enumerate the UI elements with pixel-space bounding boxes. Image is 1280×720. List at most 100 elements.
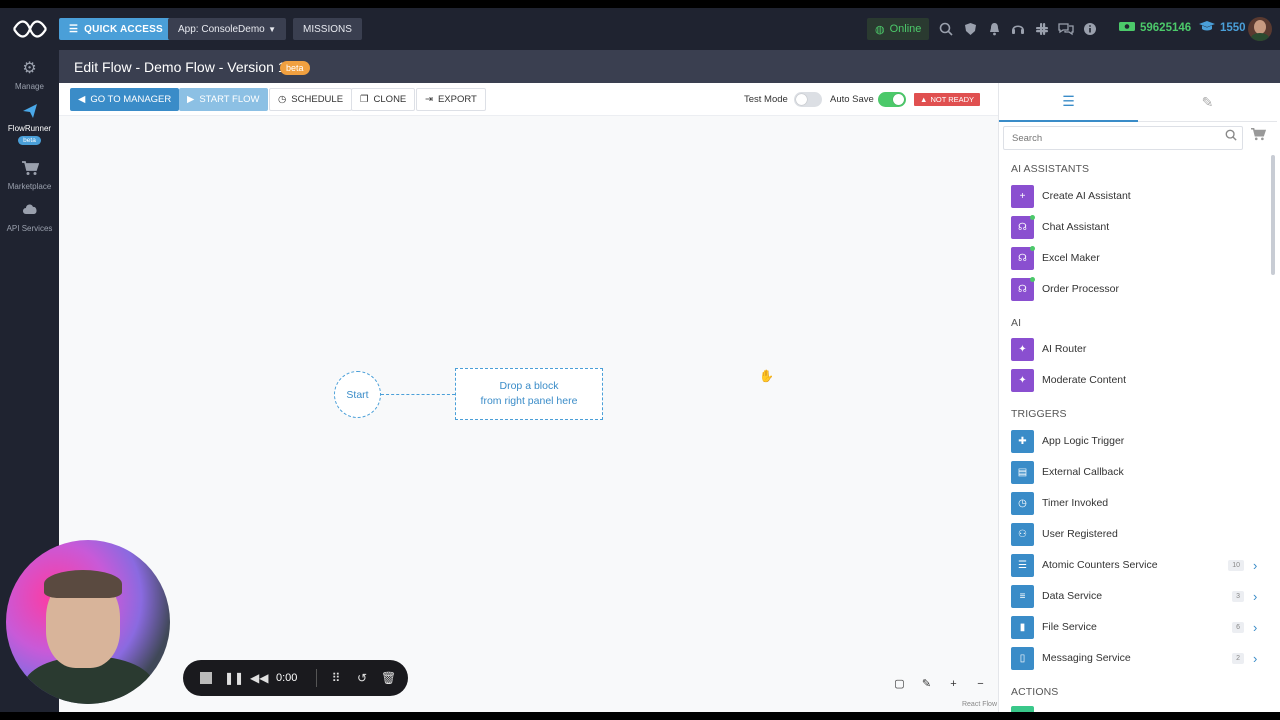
stop-icon[interactable] xyxy=(200,672,212,684)
block-external-callback[interactable]: ▤ External Callback xyxy=(1011,460,1263,484)
online-status[interactable]: ◍ Online xyxy=(867,18,930,40)
block-label: Timer Invoked xyxy=(1042,497,1109,509)
start-node[interactable]: Start xyxy=(334,371,381,418)
block-ai-router[interactable]: ✦ AI Router xyxy=(1011,337,1263,361)
trash-icon[interactable]: 🗑 xyxy=(381,671,396,685)
drop-text-line1: Drop a block xyxy=(499,380,559,392)
fit-view-icon[interactable]: ▢ xyxy=(889,673,910,694)
app-frame: ☰ QUICK ACCESS App: ConsoleDemo ▼ MISSIO… xyxy=(0,8,1280,712)
headset-icon: ☊ xyxy=(1011,276,1035,301)
zoom-out-icon[interactable]: − xyxy=(970,673,991,694)
points-value: 1550 xyxy=(1220,21,1246,34)
quick-access-label: QUICK ACCESS xyxy=(84,23,163,35)
panel-scrollbar[interactable] xyxy=(1271,155,1275,275)
info-icon[interactable] xyxy=(1082,19,1098,39)
auto-save-label: Auto Save xyxy=(830,94,874,105)
tab-blocks[interactable]: ☰ xyxy=(999,83,1138,122)
nav-item-manage[interactable]: ⚙ Manage xyxy=(0,60,59,91)
auto-save-toggle[interactable] xyxy=(878,92,906,107)
logo-icon[interactable] xyxy=(12,17,48,41)
block-moderate-content[interactable]: ✦ Moderate Content xyxy=(1011,368,1263,392)
export-icon: ⇥ xyxy=(425,94,433,105)
headset-icon[interactable] xyxy=(1010,19,1026,39)
block-messaging-service[interactable]: ▯ Messaging Service 2 › xyxy=(1011,646,1263,670)
go-to-manager-button[interactable]: ◀ GO TO MANAGER xyxy=(70,88,180,111)
block-timer-invoked[interactable]: ◷ Timer Invoked xyxy=(1011,491,1263,515)
missions-button[interactable]: MISSIONS xyxy=(293,18,362,40)
block-chat-assistant[interactable]: ☊ Chat Assistant xyxy=(1011,214,1263,239)
drop-placeholder-node[interactable]: Drop a block from right panel here xyxy=(455,368,603,420)
chevron-right-icon[interactable]: › xyxy=(1253,651,1263,666)
warning-icon: ▲ xyxy=(920,95,928,104)
block-label: Excel Maker xyxy=(1042,252,1100,264)
nav-label: Marketplace xyxy=(7,182,52,191)
block-create-ai-assistant[interactable]: + Create AI Assistant xyxy=(1011,184,1263,208)
nav-item-marketplace[interactable]: Marketplace xyxy=(0,160,59,191)
credits-balance[interactable]: 59625146 xyxy=(1118,20,1191,35)
status-label: NOT READY xyxy=(930,95,975,104)
webcam-hair xyxy=(44,570,122,598)
section-ai-assistants: AI ASSISTANTS xyxy=(1011,163,1090,175)
restart-icon[interactable]: ↺ xyxy=(355,671,369,685)
cart-icon[interactable] xyxy=(1250,127,1267,144)
block-atomic-counters-service[interactable]: ☰ Atomic Counters Service 10 › xyxy=(1011,553,1263,577)
search-icon[interactable] xyxy=(938,19,954,39)
block-user-registered[interactable]: ⚇ User Registered xyxy=(1011,522,1263,546)
export-button[interactable]: ⇥ EXPORT xyxy=(416,88,486,111)
nav-label: API Services xyxy=(6,224,53,233)
chat-icon[interactable] xyxy=(1058,19,1074,39)
nav-label: Manage xyxy=(15,82,44,91)
beta-badge: beta xyxy=(18,136,41,145)
magic-wand-icon: ✦ xyxy=(1011,337,1034,361)
search-icon xyxy=(1225,129,1237,144)
pause-icon[interactable]: ❚❚ xyxy=(224,671,244,685)
shield-icon[interactable] xyxy=(962,19,978,39)
beta-badge: beta xyxy=(280,61,310,75)
slack-icon[interactable] xyxy=(1034,19,1050,39)
flow-canvas[interactable]: Start Drop a block from right panel here… xyxy=(59,116,998,712)
cart-icon xyxy=(0,160,59,178)
bell-icon[interactable] xyxy=(986,19,1002,39)
block-app-logic-trigger[interactable]: ✚ App Logic Trigger xyxy=(1011,429,1263,453)
zoom-in-icon[interactable]: + xyxy=(943,673,964,694)
schedule-button[interactable]: ◷ SCHEDULE xyxy=(269,88,353,111)
avatar[interactable] xyxy=(1248,17,1272,41)
clone-label: CLONE xyxy=(373,94,407,105)
file-icon: ▮ xyxy=(1011,615,1034,639)
block-order-processor[interactable]: ☊ Order Processor xyxy=(1011,276,1263,301)
edge-connector xyxy=(381,394,455,395)
block-label: Create AI Assistant xyxy=(1042,190,1131,202)
test-mode-toggle[interactable] xyxy=(794,92,822,107)
start-flow-button[interactable]: ▶ START FLOW xyxy=(179,88,268,111)
block-excel-maker[interactable]: ☊ Excel Maker xyxy=(1011,245,1263,270)
canvas-controls: ▢ ✎ + − xyxy=(889,673,991,694)
search-input[interactable] xyxy=(1003,126,1243,150)
clone-button[interactable]: ❐ CLONE xyxy=(351,88,416,111)
block-label: Chat Assistant xyxy=(1042,221,1110,233)
block-file-service[interactable]: ▮ File Service 6 › xyxy=(1011,615,1263,639)
quick-access-button[interactable]: ☰ QUICK ACCESS xyxy=(59,18,173,40)
recording-controls: ❚❚ ◀◀ 0:00 ⠿ ↺ 🗑 xyxy=(183,660,408,696)
start-flow-label: START FLOW xyxy=(199,94,260,105)
react-flow-attribution[interactable]: React Flow xyxy=(962,701,997,708)
block-action-partial[interactable] xyxy=(1011,705,1263,712)
app-select[interactable]: App: ConsoleDemo ▼ xyxy=(168,18,286,40)
points-balance[interactable]: 1550 xyxy=(1198,20,1246,35)
nav-item-api-services[interactable]: API Services xyxy=(0,202,59,233)
tab-edit[interactable]: ✎ xyxy=(1138,83,1277,122)
divider xyxy=(316,669,317,687)
block-data-service[interactable]: ≡ Data Service 3 › xyxy=(1011,584,1263,608)
mobile-icon: ▯ xyxy=(1011,646,1034,670)
rewind-icon[interactable]: ◀◀ xyxy=(250,671,268,685)
app-select-label: App: ConsoleDemo xyxy=(178,23,265,35)
block-label: User Registered xyxy=(1042,528,1118,540)
magic-wand-icon[interactable]: ✎ xyxy=(916,673,937,694)
recording-time: 0:00 xyxy=(276,672,298,684)
nav-item-flowrunner[interactable]: FlowRunner beta xyxy=(0,102,59,145)
chevron-right-icon[interactable]: › xyxy=(1253,558,1263,573)
grid-icon[interactable]: ⠿ xyxy=(329,671,343,685)
block-label: Moderate Content xyxy=(1042,374,1127,386)
block-label: External Callback xyxy=(1042,466,1124,478)
chevron-right-icon[interactable]: › xyxy=(1253,589,1263,604)
chevron-right-icon[interactable]: › xyxy=(1253,620,1263,635)
